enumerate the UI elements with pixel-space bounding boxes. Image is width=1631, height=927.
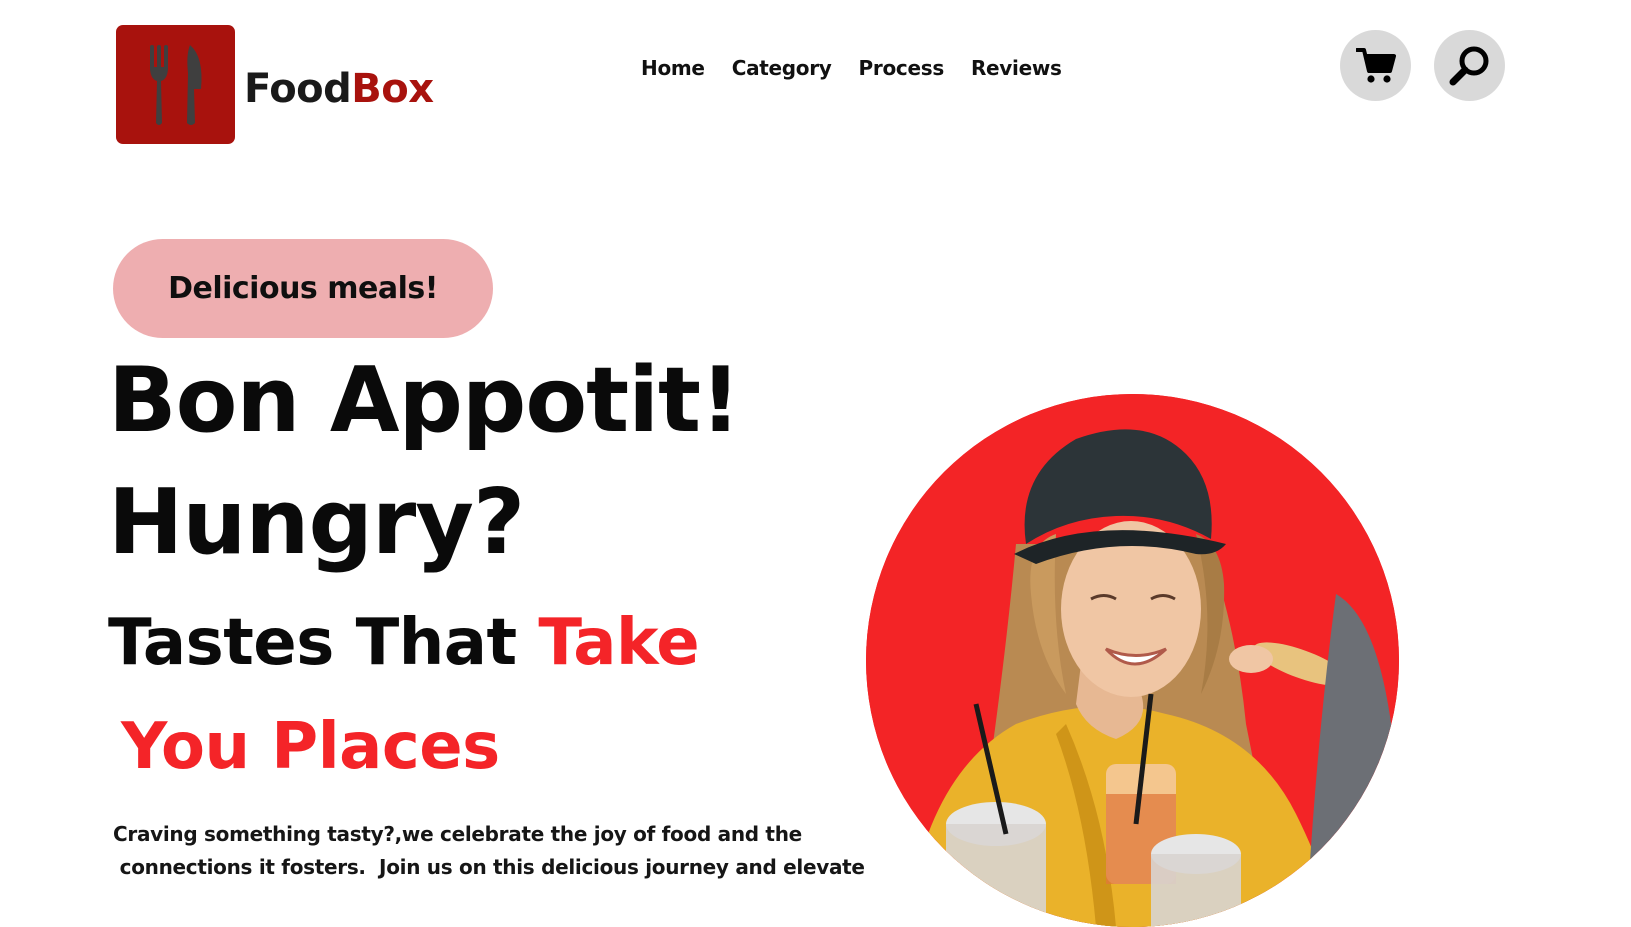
- hero-tagline-line1: Tastes That Take: [108, 606, 700, 680]
- brand-name-part1: Food: [244, 66, 352, 112]
- search-button[interactable]: [1434, 30, 1505, 101]
- hero-heading-line2: Hungry?: [108, 470, 525, 575]
- hero-tagline-line2: You Places: [121, 710, 500, 784]
- logo[interactable]: [116, 25, 235, 144]
- search-icon: [1449, 46, 1488, 85]
- fork-knife-icon: [149, 44, 202, 125]
- main-nav: Home Category Process Reviews: [641, 56, 1062, 80]
- smiling-woman-eating-pizza-photo: [866, 394, 1399, 927]
- brand-name[interactable]: FoodBox: [244, 66, 434, 112]
- nav-home[interactable]: Home: [641, 56, 705, 80]
- hero-badge[interactable]: Delicious meals!: [113, 239, 493, 338]
- nav-reviews[interactable]: Reviews: [971, 56, 1062, 80]
- cart-button[interactable]: [1340, 30, 1411, 101]
- hero-description-line1: Craving something tasty?,we celebrate th…: [113, 822, 802, 846]
- hero-heading-line1: Bon Appotit!: [108, 348, 741, 453]
- brand-name-part2: Box: [351, 66, 434, 112]
- hero-tagline-accent: Take: [538, 606, 700, 680]
- nav-process[interactable]: Process: [859, 56, 945, 80]
- hero-tagline-text: Tastes That: [108, 606, 539, 680]
- hero-description-line2: connections it fosters. Join us on this …: [113, 855, 865, 879]
- hero-description: Craving something tasty?,we celebrate th…: [113, 818, 865, 884]
- hero-image: [866, 394, 1399, 927]
- nav-category[interactable]: Category: [732, 56, 832, 80]
- cart-icon: [1355, 47, 1396, 83]
